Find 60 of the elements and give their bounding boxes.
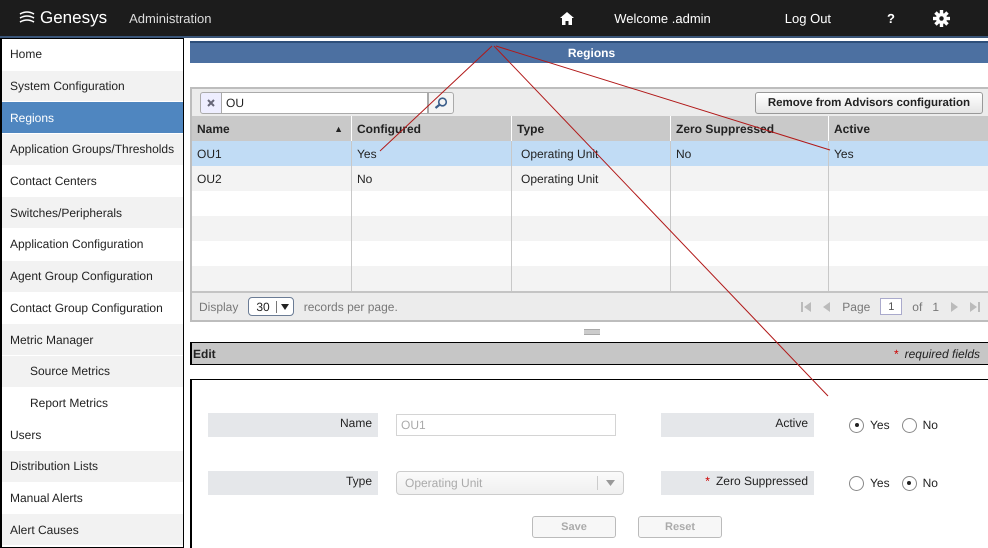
sidebar-item[interactable]: Agent Group Configuration xyxy=(2,260,183,292)
required-note: required fields xyxy=(904,346,980,360)
dropdown-icon xyxy=(606,480,615,486)
clear-button[interactable] xyxy=(200,92,222,114)
table-cell: Yes xyxy=(834,146,854,160)
radio-option[interactable]: No xyxy=(902,418,938,432)
field-label: Active xyxy=(661,413,814,437)
close-icon xyxy=(207,98,215,106)
required-marker: * xyxy=(705,474,710,488)
sort-indicator: ▲ xyxy=(334,124,343,134)
per-page-label: records per page. xyxy=(304,300,398,314)
sidebar-item[interactable]: Switches/Peripherals xyxy=(2,197,183,230)
logo-text: Genesys xyxy=(40,8,108,28)
search-icon xyxy=(434,96,448,108)
sidebar-item[interactable]: System Configuration xyxy=(2,70,183,102)
sidebar-item[interactable]: Metric Manager xyxy=(2,324,183,356)
required-marker: * xyxy=(894,346,899,360)
sidebar-subitem[interactable]: Source Metrics xyxy=(2,356,183,388)
field-label: Type xyxy=(208,471,378,495)
radio-option[interactable]: Yes xyxy=(849,476,890,490)
table-cell: OU2 xyxy=(197,172,222,186)
radio-button[interactable] xyxy=(902,418,917,432)
search-field[interactable]: OU xyxy=(222,92,428,114)
page-field[interactable]: 1 xyxy=(880,298,902,315)
panel-title: Regions xyxy=(190,41,988,63)
app-title: Administration xyxy=(129,10,212,26)
radio-button[interactable] xyxy=(849,418,864,432)
table-cell: No xyxy=(357,172,372,186)
table-cell: Operating Unit xyxy=(521,172,598,186)
sidebar-item[interactable]: Alert Causes xyxy=(2,514,183,546)
help-link[interactable]: ? xyxy=(887,10,895,26)
sidebar-item[interactable]: Regions xyxy=(2,102,183,134)
settings-icon[interactable] xyxy=(933,10,950,26)
table-row[interactable]: OU1 Yes Operating Unit No Yes xyxy=(192,141,988,166)
total-pages: 1 xyxy=(932,300,939,314)
table-cell: OU1 xyxy=(197,146,222,160)
logout-link[interactable]: Log Out xyxy=(784,10,832,26)
splitter-handle[interactable] xyxy=(584,329,600,335)
section-title: Edit xyxy=(193,346,216,360)
remove-button[interactable]: Remove from Advisors configuration xyxy=(754,92,983,114)
table-cell: No xyxy=(676,146,692,160)
table-cell: Yes xyxy=(357,146,377,160)
welcome-text: Welcome .admin xyxy=(614,10,711,26)
radio-option[interactable]: No xyxy=(902,476,938,490)
sidebar-item[interactable]: Application Groups/Thresholds xyxy=(2,134,183,166)
table-row[interactable]: OU2 No Operating Unit xyxy=(192,166,988,191)
page-size-select[interactable]: 30 xyxy=(248,297,294,316)
display-label: Display xyxy=(199,300,238,314)
radio-button[interactable] xyxy=(902,476,917,490)
page-label: Page xyxy=(842,300,870,314)
radio-button[interactable] xyxy=(849,476,864,490)
of-label: of xyxy=(912,300,922,314)
search-button[interactable] xyxy=(428,92,454,114)
radio-option[interactable]: Yes xyxy=(849,418,890,432)
table-cell: Operating Unit xyxy=(521,146,598,160)
sidebar-item[interactable]: Distribution Lists xyxy=(2,450,183,483)
field-label: * Zero Suppressed xyxy=(661,471,814,495)
dropdown-icon xyxy=(280,304,289,310)
field-label: Name xyxy=(208,413,378,437)
home-icon[interactable] xyxy=(560,12,574,24)
